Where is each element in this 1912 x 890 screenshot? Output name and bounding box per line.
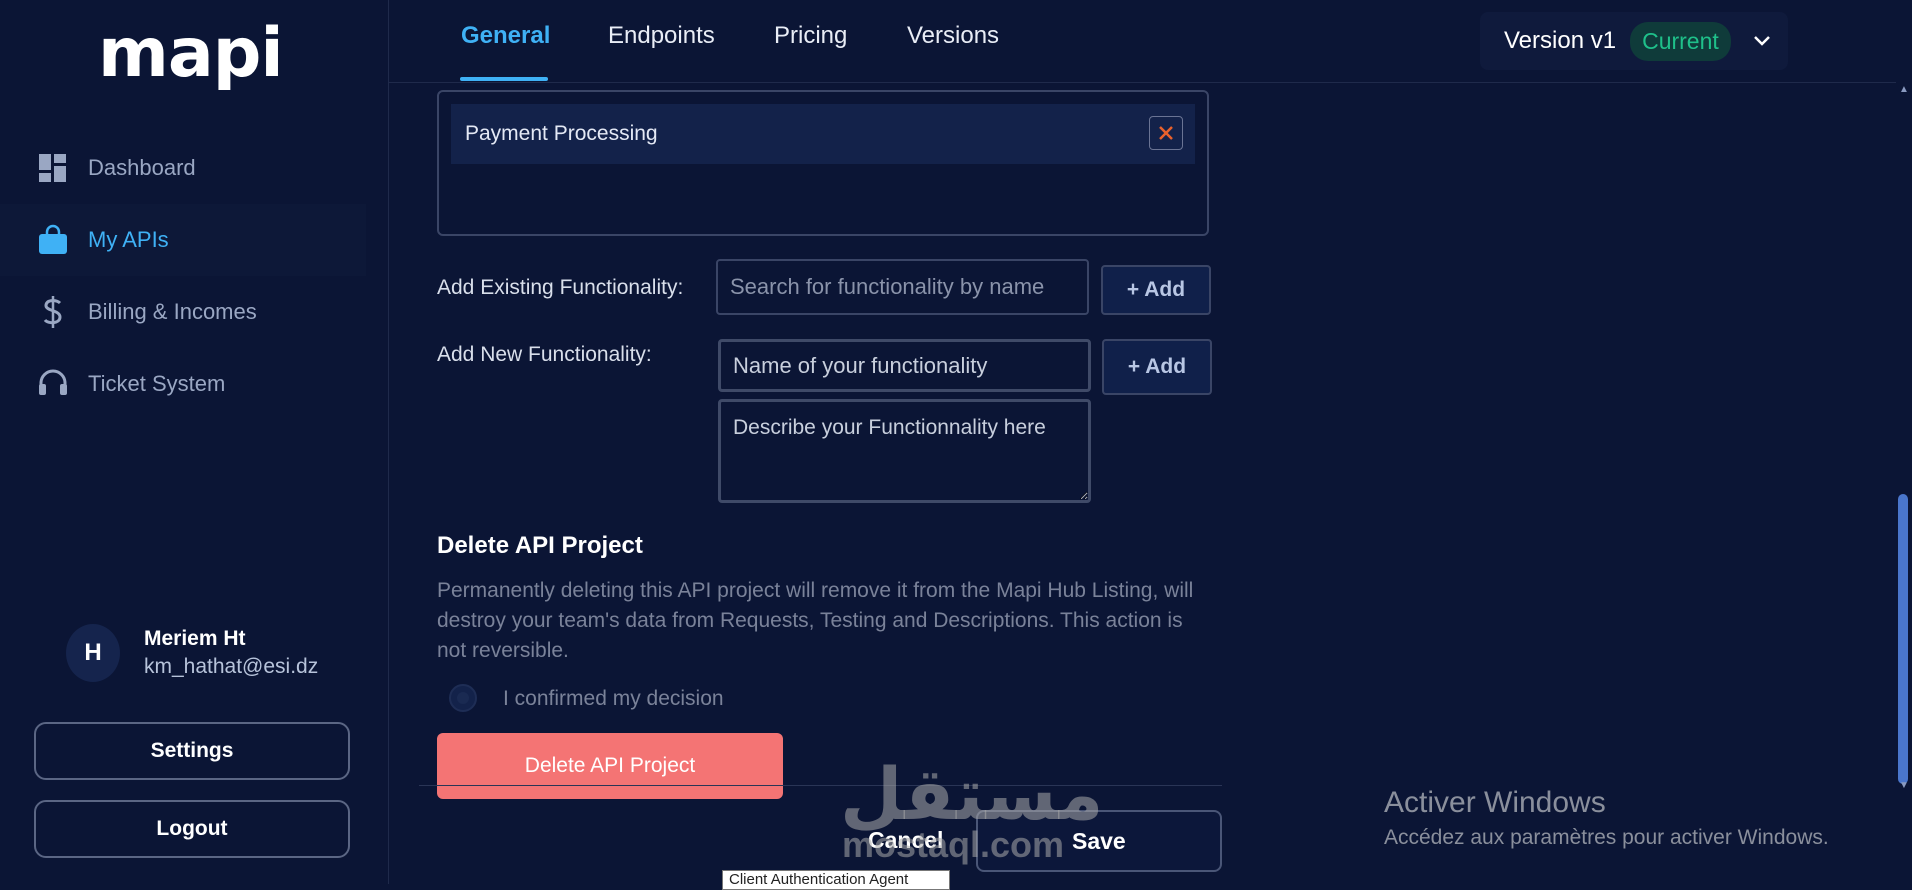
version-selector[interactable]: Version v1 Current <box>1480 12 1788 70</box>
headset-icon <box>36 367 70 401</box>
delete-warning-text: Permanently deleting this API project wi… <box>437 579 1194 662</box>
windows-activation-subtitle: Accédez aux paramètres pour activer Wind… <box>1384 826 1829 849</box>
current-version-badge: Current <box>1630 21 1731 61</box>
sidebar-nav: Dashboard My APIs Billing & Incomes Tick… <box>0 132 388 420</box>
watermark-url: mostaql.com <box>842 824 1065 865</box>
tab-versions[interactable]: Versions <box>907 22 999 50</box>
user-info: Meriem Ht km_hathat@esi.dz <box>144 627 318 679</box>
scroll-up-arrow-icon[interactable]: ▲ <box>1899 84 1909 95</box>
radio-dot <box>457 692 469 704</box>
active-tab-indicator <box>460 77 548 81</box>
version-label: Version v1 <box>1504 27 1617 54</box>
tab-endpoints[interactable]: Endpoints <box>608 22 715 50</box>
functionality-description-input[interactable] <box>718 399 1091 503</box>
sidebar: mapi Dashboard My APIs Billing & Incomes… <box>0 0 389 884</box>
delete-section-title: Delete API Project <box>437 532 643 559</box>
settings-button[interactable]: Settings <box>34 722 350 780</box>
sidebar-item-label: Billing & Incomes <box>88 299 257 324</box>
sidebar-item-label: Ticket System <box>88 371 226 396</box>
scroll-down-arrow-icon[interactable]: ▼ <box>1899 780 1909 791</box>
confirm-label[interactable]: I confirmed my decision <box>503 687 724 711</box>
user-name: Meriem Ht <box>144 627 246 650</box>
add-existing-button[interactable]: + Add <box>1101 265 1211 315</box>
remove-functionality-button[interactable] <box>1149 116 1183 150</box>
user-email: km_hathat@esi.dz <box>144 655 319 678</box>
functionality-name-input[interactable] <box>718 339 1091 392</box>
dollar-icon <box>36 295 70 329</box>
app-logo[interactable]: mapi <box>98 14 284 93</box>
windows-activation-title: Activer Windows <box>1384 786 1606 819</box>
sidebar-item-my-apis[interactable]: My APIs <box>0 204 366 276</box>
add-new-button[interactable]: + Add <box>1102 339 1212 395</box>
dashboard-icon <box>36 151 70 185</box>
add-existing-label: Add Existing Functionality: <box>437 276 684 299</box>
delete-api-project-button[interactable]: Delete API Project <box>437 733 783 799</box>
tab-general[interactable]: General <box>461 22 550 50</box>
tooltip: Client Authentication Agent <box>722 870 950 890</box>
user-profile[interactable]: H Meriem Ht km_hathat@esi.dz <box>66 624 318 682</box>
functionality-label: Payment Processing <box>465 122 658 145</box>
logout-button[interactable]: Logout <box>34 800 350 858</box>
search-functionality-input[interactable] <box>716 259 1089 315</box>
tab-pricing[interactable]: Pricing <box>774 22 847 50</box>
confirm-radio[interactable] <box>449 684 477 712</box>
add-new-label: Add New Functionality: <box>437 343 652 366</box>
scrollbar-thumb[interactable] <box>1898 494 1908 784</box>
sidebar-item-label: Dashboard <box>88 155 196 180</box>
chevron-down-icon[interactable] <box>1751 29 1775 53</box>
functionality-list: Payment Processing <box>437 90 1209 236</box>
sidebar-item-ticket-system[interactable]: Ticket System <box>0 348 388 420</box>
close-icon <box>1159 126 1173 140</box>
avatar: H <box>66 624 120 682</box>
sidebar-item-dashboard[interactable]: Dashboard <box>0 132 388 204</box>
sidebar-item-billing[interactable]: Billing & Incomes <box>0 276 388 348</box>
bag-icon <box>36 223 70 257</box>
sidebar-item-label: My APIs <box>88 227 169 252</box>
functionality-item: Payment Processing <box>451 104 1195 164</box>
